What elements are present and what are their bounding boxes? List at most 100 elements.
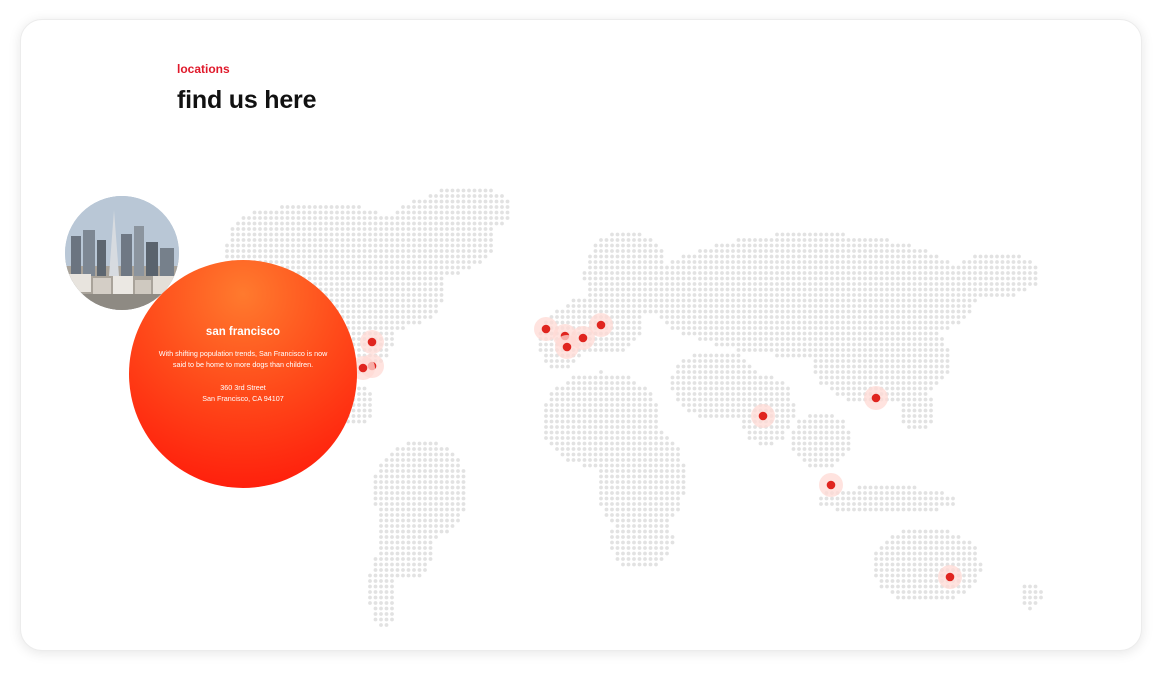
map-dot — [962, 260, 966, 264]
map-dot — [307, 232, 312, 237]
map-dot — [753, 254, 757, 259]
map-dot — [742, 254, 746, 259]
map-dot — [863, 331, 867, 336]
map-dot — [269, 254, 273, 259]
map-dot — [483, 210, 488, 215]
map-dot — [412, 221, 416, 226]
map-dot — [357, 210, 361, 215]
map-dot — [467, 260, 471, 264]
map-dot — [346, 320, 350, 325]
map-dot — [412, 227, 416, 231]
map-dot — [604, 507, 609, 512]
map-dot — [973, 546, 977, 550]
location-marker[interactable] — [826, 480, 836, 490]
map-dot — [351, 320, 356, 325]
map-dot — [610, 342, 614, 347]
location-marker[interactable] — [578, 333, 588, 343]
map-dot — [912, 502, 917, 506]
map-dot — [764, 342, 768, 347]
location-marker[interactable] — [596, 320, 606, 330]
map-dot — [450, 271, 455, 275]
map-dot — [747, 276, 752, 281]
map-dot — [995, 271, 999, 275]
map-dot — [973, 282, 977, 286]
map-dot — [621, 381, 625, 385]
map-dot — [956, 551, 961, 556]
map-dot — [329, 232, 334, 237]
map-dot — [753, 276, 757, 281]
map-dot — [912, 414, 917, 418]
map-dot — [346, 249, 350, 253]
location-marker[interactable] — [758, 411, 768, 421]
location-marker[interactable] — [367, 337, 377, 347]
map-dot — [643, 414, 647, 418]
map-dot — [973, 254, 977, 259]
map-dot — [461, 507, 466, 512]
map-dot — [615, 469, 620, 473]
map-dot — [445, 502, 449, 506]
map-dot — [692, 359, 697, 363]
map-dot — [846, 359, 851, 363]
location-marker[interactable] — [871, 393, 881, 403]
map-dot — [346, 309, 350, 314]
map-dot — [923, 397, 928, 402]
map-dot — [654, 408, 658, 413]
map-dot — [401, 221, 405, 226]
map-dot — [280, 254, 284, 259]
map-dot — [412, 513, 416, 517]
map-dot — [830, 375, 834, 380]
map-dot — [769, 326, 774, 330]
map-dot — [417, 282, 422, 286]
map-dot — [874, 271, 878, 275]
map-dot — [676, 260, 680, 264]
map-dot — [676, 271, 680, 275]
map-dot — [720, 282, 724, 286]
map-dot — [912, 579, 917, 583]
map-dot — [835, 359, 840, 363]
map-dot — [615, 243, 620, 248]
map-dot — [296, 260, 301, 264]
map-dot — [901, 562, 906, 567]
map-dot — [824, 364, 829, 369]
map-dot — [687, 260, 691, 264]
map-dot — [373, 282, 378, 286]
map-dot — [340, 309, 345, 314]
map-dot — [439, 265, 444, 270]
map-dot — [808, 458, 812, 462]
map-dot — [681, 480, 686, 484]
map-dot — [670, 535, 675, 539]
map-dot — [670, 491, 675, 495]
map-dot — [599, 408, 603, 413]
map-dot — [401, 452, 405, 457]
map-dot — [802, 348, 807, 352]
location-marker[interactable] — [945, 572, 955, 582]
map-dot — [423, 518, 427, 523]
map-dot — [340, 260, 345, 264]
map-dot — [280, 205, 284, 209]
map-dot — [302, 243, 306, 248]
map-dot — [962, 562, 966, 567]
location-info-circle[interactable]: san francisco With shifting population t… — [129, 260, 357, 488]
map-dot — [417, 562, 422, 567]
location-marker[interactable] — [562, 342, 572, 352]
location-marker[interactable] — [358, 363, 368, 373]
map-dot — [703, 304, 708, 308]
map-dot — [643, 551, 647, 556]
map-dot — [373, 210, 378, 215]
map-dot — [615, 408, 620, 413]
map-dot — [390, 595, 394, 600]
map-dot — [857, 370, 862, 374]
map-dot — [626, 529, 631, 534]
map-dot — [604, 342, 609, 347]
map-dot — [846, 436, 851, 440]
map-dot — [956, 304, 961, 308]
map-dot — [846, 249, 851, 253]
map-dot — [758, 392, 763, 396]
map-dot — [373, 216, 378, 220]
map-dot — [995, 282, 999, 286]
map-dot — [406, 507, 411, 512]
location-marker[interactable] — [541, 324, 551, 334]
map-dot — [456, 271, 460, 275]
map-dot — [681, 392, 686, 396]
map-dot — [841, 375, 845, 380]
